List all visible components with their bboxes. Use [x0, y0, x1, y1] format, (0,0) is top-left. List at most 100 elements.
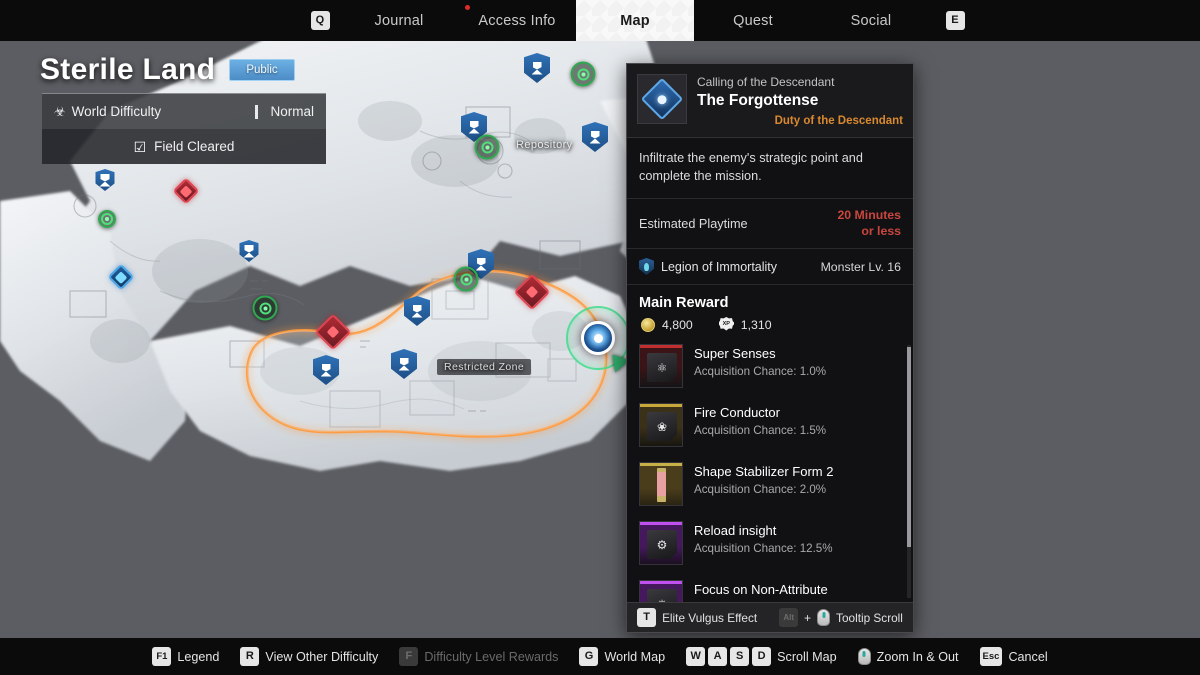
- reward-item-chance: Acquisition Chance: 12.5%: [694, 542, 833, 556]
- reward-list-item[interactable]: ✷ Focus on Non-Attribute Acquisition Cha…: [639, 577, 903, 602]
- tab-social-label: Social: [850, 12, 892, 29]
- key-t-icon: T: [637, 608, 657, 627]
- map-marker-objective[interactable]: [570, 61, 596, 87]
- nav-key-left[interactable]: Q: [300, 0, 340, 41]
- page-title: Sterile Land: [40, 53, 216, 86]
- item-art-card: ❀: [647, 412, 677, 442]
- reward-item-chance: Acquisition Chance: 2.0%: [694, 483, 827, 497]
- plus-sign: +: [804, 610, 812, 625]
- faction-name: Legion of Immortality: [661, 259, 778, 274]
- key-r-icon: R: [240, 647, 260, 666]
- reward-item-name: Fire Conductor: [694, 405, 780, 421]
- mouse-scroll-icon: [817, 609, 831, 626]
- public-badge: Public: [229, 59, 295, 81]
- hotkey-zoom-label: Zoom In & Out: [876, 649, 959, 664]
- map-marker-objective[interactable]: [252, 295, 278, 321]
- map-title-block: Sterile Land Public ☣ World Difficulty N…: [0, 41, 340, 164]
- hotkey-scroll-map[interactable]: W A S D Scroll Map: [686, 647, 837, 666]
- reward-item-name: Shape Stabilizer Form 2: [694, 464, 834, 480]
- hotkey-zoom[interactable]: Zoom In & Out: [857, 648, 959, 665]
- key-s-icon: S: [730, 647, 750, 666]
- reward-item-name: Super Senses: [694, 346, 776, 362]
- hotkey-cancel[interactable]: Esc Cancel: [979, 647, 1048, 666]
- tab-journal-label: Journal: [374, 12, 424, 29]
- tab-map-label: Map: [620, 12, 650, 29]
- field-cleared-label: Field Cleared: [154, 139, 235, 154]
- reward-item-icon: ⚙: [639, 521, 683, 566]
- reward-list-item[interactable]: Shape Stabilizer Form 2 Acquisition Chan…: [639, 459, 903, 518]
- top-nav-items: Q Journal Access Info Map Quest Social E: [300, 0, 980, 41]
- monster-level: Monster Lv. 16: [820, 259, 901, 274]
- reward-currency-row: 4,800 XP 1,310: [627, 316, 913, 341]
- key-esc-icon: Esc: [979, 647, 1003, 666]
- reward-xp-value: 1,310: [740, 317, 772, 332]
- reward-item-chance: Acquisition Chance: 12.5%: [694, 600, 903, 602]
- reward-item-chance: Acquisition Chance: 1.0%: [694, 365, 827, 379]
- key-e-icon: E: [945, 11, 965, 30]
- descendant-diamond-icon: [640, 77, 684, 121]
- hotkey-scroll-map-label: Scroll Map: [777, 649, 837, 664]
- world-difficulty-bar[interactable]: ☣ World Difficulty Normal: [42, 93, 326, 129]
- map-marker-selected-mission[interactable]: [581, 321, 615, 355]
- key-w-icon: W: [686, 647, 706, 666]
- map-marker-objective[interactable]: [453, 266, 479, 292]
- hotkey-view-other-difficulty[interactable]: R View Other Difficulty: [240, 647, 378, 666]
- world-difficulty-value: Normal: [270, 104, 314, 119]
- hotkey-world-map[interactable]: G World Map: [579, 647, 665, 666]
- faction-row: Legion of Immortality Monster Lv. 16: [627, 249, 913, 286]
- reward-gold: 4,800: [641, 317, 693, 332]
- reward-item-name: Reload insight: [694, 523, 777, 539]
- hotkey-difficulty-level-rewards-label: Difficulty Level Rewards: [424, 649, 559, 664]
- quest-description: Infiltrate the enemy's strategic point a…: [627, 138, 913, 200]
- key-a-icon: A: [708, 647, 728, 666]
- key-alt-icon: Alt: [779, 608, 799, 627]
- item-art-tube: [657, 468, 666, 503]
- key-f1-icon: F1: [152, 647, 172, 666]
- reward-item-icon: ✷: [639, 580, 683, 602]
- reward-item-icon: [639, 462, 683, 507]
- reward-item-list[interactable]: ⚛ Super Senses Acquisition Chance: 1.0% …: [627, 341, 913, 602]
- xp-badge-icon: XP: [718, 317, 734, 331]
- reward-list-item[interactable]: ⚛ Super Senses Acquisition Chance: 1.0%: [639, 341, 903, 400]
- checkbox-checked-icon: ☑: [133, 138, 147, 155]
- quest-header: Calling of the Descendant The Forgottens…: [627, 64, 913, 138]
- main-reward-header: Main Reward: [639, 295, 729, 312]
- tab-access-info[interactable]: Access Info: [458, 0, 576, 41]
- reward-list-item[interactable]: ⚙ Reload insight Acquisition Chance: 12.…: [639, 518, 903, 577]
- faction-shield-icon: [639, 258, 654, 276]
- tab-journal[interactable]: Journal: [340, 0, 470, 41]
- quest-name: The Forgottense: [697, 91, 819, 109]
- tab-quest[interactable]: Quest: [694, 0, 812, 41]
- hotkey-world-map-label: World Map: [604, 649, 666, 664]
- skull-icon: ☣: [54, 104, 66, 119]
- hotkey-legend[interactable]: F1 Legend: [152, 647, 219, 666]
- wasd-keys: W A S D: [686, 647, 772, 666]
- mouse-wheel-icon: [857, 648, 871, 665]
- map-title-row: Sterile Land Public: [0, 41, 340, 93]
- map-marker-objective[interactable]: [474, 134, 500, 160]
- reward-list-item[interactable]: ❀ Fire Conductor Acquisition Chance: 1.5…: [639, 400, 903, 459]
- reward-list-scrollbar-thumb[interactable]: [907, 347, 911, 548]
- tab-social[interactable]: Social: [812, 0, 930, 41]
- quest-panel-footer: T Elite Vulgus Effect Alt + Tooltip Scro…: [627, 602, 913, 632]
- nav-key-right[interactable]: E: [930, 0, 980, 41]
- quest-category: Calling of the Descendant: [697, 75, 835, 89]
- hotkey-legend-label: Legend: [177, 649, 220, 664]
- field-cleared-bar: ☑ Field Cleared: [42, 129, 326, 164]
- reward-item-name: Focus on Non-Attribute: [694, 582, 828, 598]
- divider-tick-icon: [255, 104, 259, 119]
- quest-duty-tag: Duty of the Descendant: [774, 114, 903, 127]
- elite-vulgus-hint[interactable]: T Elite Vulgus Effect: [637, 608, 757, 627]
- reward-gold-value: 4,800: [662, 317, 693, 332]
- map-marker-objective[interactable]: [98, 210, 116, 228]
- tab-map[interactable]: Map: [576, 0, 694, 41]
- tooltip-scroll-hint[interactable]: Alt + Tooltip Scroll: [779, 608, 903, 627]
- reward-item-icon: ⚛: [639, 344, 683, 389]
- item-art-card: ⚙: [647, 530, 677, 560]
- bottom-hotkey-bar: F1 Legend R View Other Difficulty F Diff…: [0, 638, 1200, 675]
- reward-item-icon: ❀: [639, 403, 683, 448]
- world-difficulty-label: World Difficulty: [71, 104, 162, 119]
- quest-type-icon: [637, 74, 687, 124]
- playtime-line-2: or less: [861, 223, 901, 238]
- item-art-card: ✷: [647, 589, 677, 602]
